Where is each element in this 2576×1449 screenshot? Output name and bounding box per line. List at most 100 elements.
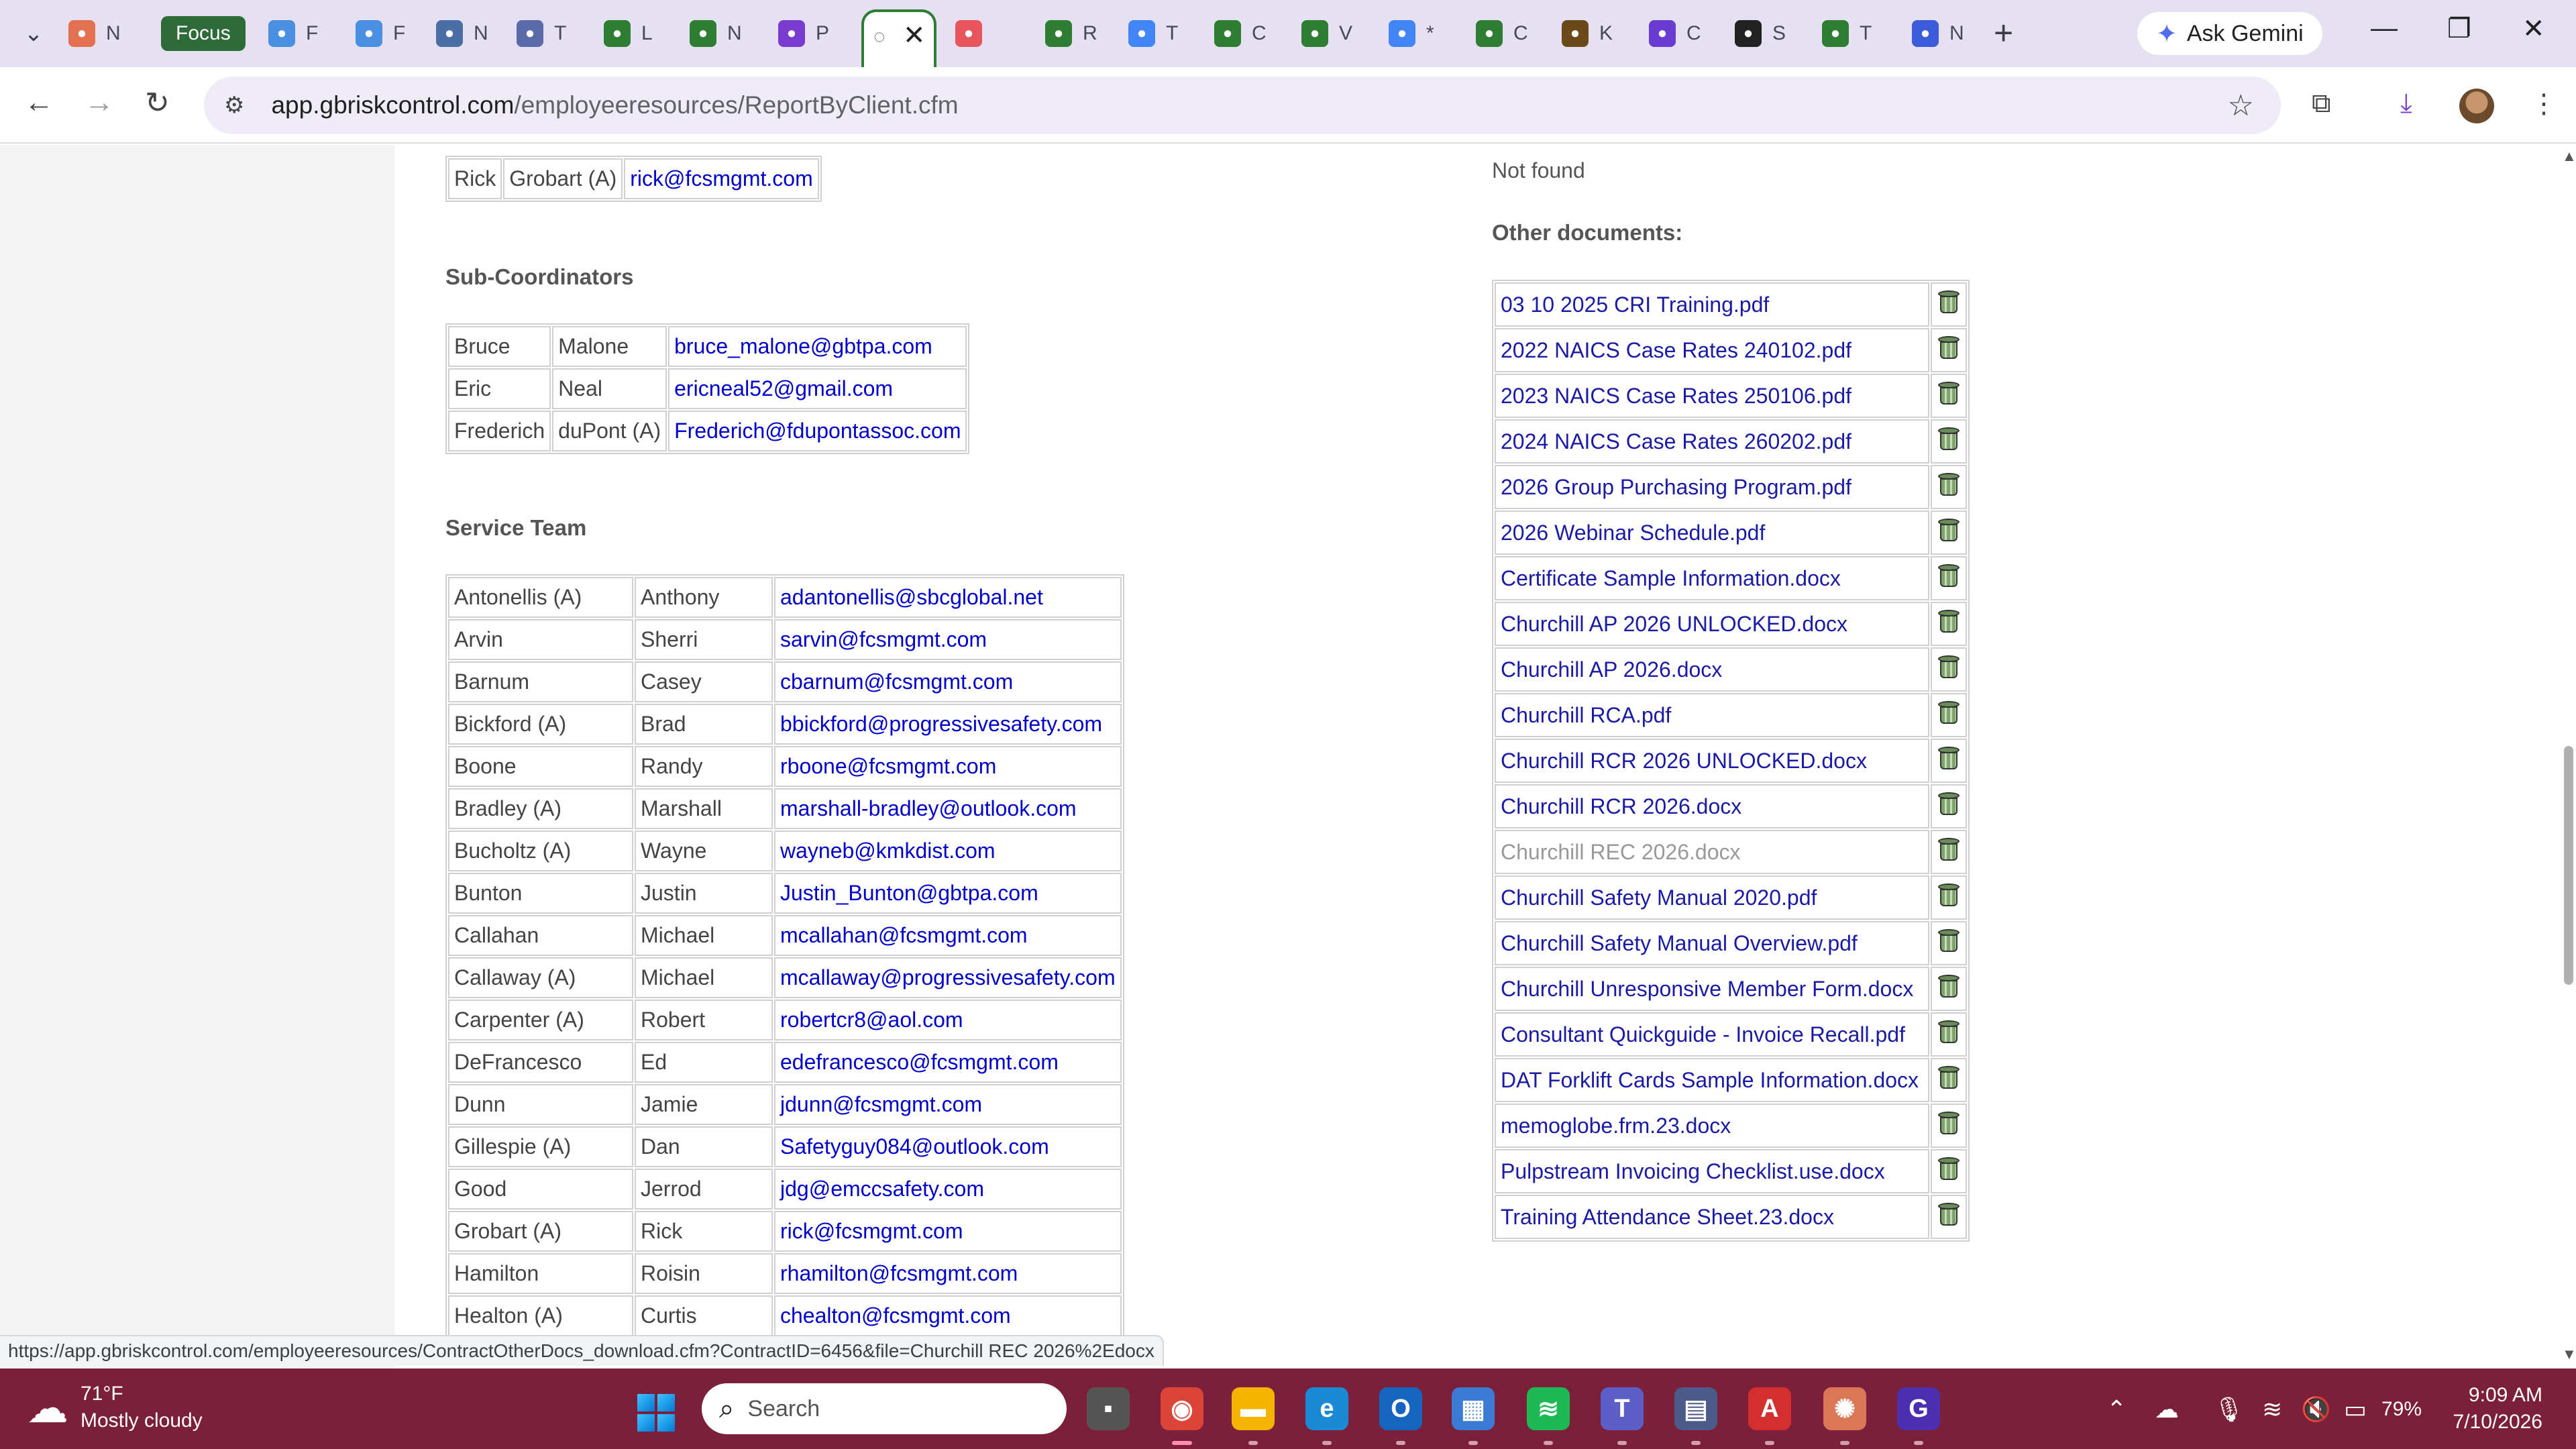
delete-document-button[interactable] [1931, 419, 1967, 464]
email-link[interactable]: Safetyguy084@outlook.com [774, 1126, 1122, 1167]
browser-tab[interactable]: ● T [510, 15, 566, 52]
document-link[interactable]: Training Attendance Sheet.23.docx [1495, 1195, 1929, 1239]
focus-tab-group[interactable]: Focus [161, 16, 246, 51]
email-link[interactable]: rhamilton@fcsmgmt.com [774, 1253, 1122, 1294]
email-link[interactable]: wayneb@kmkdist.com [774, 830, 1122, 871]
onedrive-icon[interactable]: ☁ [2155, 1395, 2179, 1424]
document-link[interactable]: 2023 NAICS Case Rates 250106.pdf [1495, 374, 1929, 418]
browser-tab[interactable]: ● C [1469, 15, 1528, 52]
delete-document-button[interactable] [1931, 967, 1967, 1011]
document-link[interactable]: Churchill RCR 2026 UNLOCKED.docx [1495, 739, 1929, 783]
site-info-icon[interactable]: ⚙ [224, 92, 244, 119]
document-link[interactable]: Churchill RCA.pdf [1495, 693, 1929, 737]
delete-document-button[interactable] [1931, 830, 1967, 874]
document-link[interactable]: Churchill REC 2026.docx [1495, 830, 1929, 874]
scroll-down-icon[interactable]: ▼ [2562, 1346, 2576, 1363]
delete-document-button[interactable] [1931, 647, 1967, 692]
profile-avatar[interactable] [2459, 89, 2494, 123]
teams-icon[interactable]: T [1601, 1387, 1644, 1430]
browser-tab[interactable]: ● S [1728, 15, 1786, 52]
delete-document-button[interactable] [1931, 1104, 1967, 1148]
delete-document-button[interactable] [1931, 328, 1967, 372]
browser-tab[interactable]: ● P [771, 15, 829, 52]
email-link[interactable]: cbarnum@fcsmgmt.com [774, 661, 1122, 702]
acrobat-icon[interactable]: A [1748, 1387, 1791, 1430]
document-link[interactable]: DAT Forklift Cards Sample Information.do… [1495, 1058, 1929, 1102]
outlook-icon[interactable]: O [1379, 1387, 1422, 1430]
start-button[interactable] [637, 1394, 675, 1432]
document-link[interactable]: 2024 NAICS Case Rates 260202.pdf [1495, 419, 1929, 464]
delete-document-button[interactable] [1931, 465, 1967, 509]
back-icon[interactable]: ← [24, 86, 54, 119]
document-link[interactable]: 03 10 2025 CRI Training.pdf [1495, 282, 1929, 327]
claude-icon[interactable]: ✺ [1823, 1387, 1866, 1430]
email-link[interactable]: sarvin@fcsmgmt.com [774, 619, 1122, 660]
email-link[interactable]: jdg@emccsafety.com [774, 1169, 1122, 1210]
browser-tab[interactable]: ● T [1122, 15, 1178, 52]
delete-document-button[interactable] [1931, 556, 1967, 600]
delete-document-button[interactable] [1931, 739, 1967, 783]
email-link[interactable]: Frederich@fdupontassoc.com [668, 411, 967, 451]
file-explorer-icon[interactable]: ▬ [1232, 1387, 1275, 1430]
document-link[interactable]: Pulpstream Invoicing Checklist.use.docx [1495, 1149, 1929, 1193]
browser-tab[interactable]: ● N [683, 15, 742, 52]
browser-tab[interactable]: ● F [262, 15, 318, 52]
email-link[interactable]: adantonellis@sbcglobal.net [774, 577, 1122, 618]
delete-document-button[interactable] [1931, 374, 1967, 418]
reload-icon[interactable]: ↻ [145, 86, 170, 120]
extensions-icon[interactable]: ⧉ [2312, 89, 2331, 119]
scroll-up-icon[interactable]: ▲ [2562, 148, 2576, 165]
browser-tab[interactable]: ● N [1905, 15, 1964, 52]
document-link[interactable]: Churchill AP 2026.docx [1495, 647, 1929, 692]
email-link[interactable]: edefrancesco@fcsmgmt.com [774, 1042, 1122, 1083]
delete-document-button[interactable] [1931, 693, 1967, 737]
delete-document-button[interactable] [1931, 1058, 1967, 1102]
document-link[interactable]: memoglobe.frm.23.docx [1495, 1104, 1929, 1148]
browser-tab[interactable]: ● N [62, 15, 121, 52]
document-link[interactable]: Churchill Safety Manual 2020.pdf [1495, 875, 1929, 920]
email-link[interactable]: Justin_Bunton@gbtpa.com [774, 873, 1122, 914]
minimize-icon[interactable]: — [2371, 13, 2398, 44]
browser-tab[interactable]: ● L [597, 15, 653, 52]
show-hidden-icons-icon[interactable]: ⌃ [2106, 1395, 2127, 1424]
battery-icon[interactable]: ▭ [2344, 1395, 2367, 1424]
store-icon[interactable]: ▦ [1452, 1387, 1495, 1430]
ask-gemini-button[interactable]: ✦ Ask Gemini [2137, 12, 2322, 55]
speaker-muted-icon[interactable]: 🔇 [2301, 1395, 2331, 1424]
email-link[interactable]: rick@fcsmgmt.com [624, 158, 819, 199]
forward-icon[interactable]: → [85, 86, 114, 119]
email-link[interactable]: jdunn@fcsmgmt.com [774, 1084, 1122, 1125]
active-tab[interactable]: ◌ ✕ [861, 9, 936, 67]
vertical-scrollbar[interactable]: ▲ ▼ [2561, 145, 2576, 1368]
document-link[interactable]: Churchill AP 2026 UNLOCKED.docx [1495, 602, 1929, 646]
browser-tab[interactable]: ● K [1555, 15, 1613, 52]
address-bar[interactable]: ⚙ app.gbriskcontrol.com/employeeresource… [204, 76, 2281, 134]
delete-document-button[interactable] [1931, 1012, 1967, 1057]
delete-document-button[interactable] [1931, 875, 1967, 920]
delete-document-button[interactable] [1931, 1195, 1967, 1239]
browser-tab[interactable]: ● C [1208, 15, 1267, 52]
email-link[interactable]: rick@fcsmgmt.com [774, 1211, 1122, 1252]
browser-tab[interactable]: ● * [1382, 15, 1434, 52]
browser-tab[interactable]: ● F [349, 15, 405, 52]
document-link[interactable]: Certificate Sample Information.docx [1495, 556, 1929, 600]
email-link[interactable]: rboone@fcsmgmt.com [774, 746, 1122, 787]
email-link[interactable]: mcallahan@fcsmgmt.com [774, 915, 1122, 956]
spotify-icon[interactable]: ≋ [1527, 1387, 1570, 1430]
email-link[interactable]: marshall-bradley@outlook.com [774, 788, 1122, 829]
system-clock[interactable]: 9:09 AM 7/10/2026 [2442, 1382, 2542, 1436]
wifi-icon[interactable]: ≋ [2262, 1395, 2282, 1424]
microphone-icon[interactable]: 🎙 [2214, 1395, 2245, 1424]
document-link[interactable]: Churchill Safety Manual Overview.pdf [1495, 921, 1929, 965]
restore-icon[interactable]: ❐ [2447, 13, 2471, 44]
g-app-icon[interactable]: G [1897, 1387, 1940, 1430]
close-window-icon[interactable]: ✕ [2522, 13, 2545, 44]
email-link[interactable]: robertcr8@aol.com [774, 1000, 1122, 1040]
delete-document-button[interactable] [1931, 282, 1967, 327]
taskbar-search[interactable]: ⌕ Search [702, 1383, 1067, 1434]
email-link[interactable]: bbickford@progressivesafety.com [774, 704, 1122, 745]
document-link[interactable]: 2022 NAICS Case Rates 240102.pdf [1495, 328, 1929, 372]
email-link[interactable]: chealton@fcsmgmt.com [774, 1295, 1122, 1336]
delete-document-button[interactable] [1931, 921, 1967, 965]
bookmark-star-icon[interactable]: ☆ [2228, 89, 2254, 123]
